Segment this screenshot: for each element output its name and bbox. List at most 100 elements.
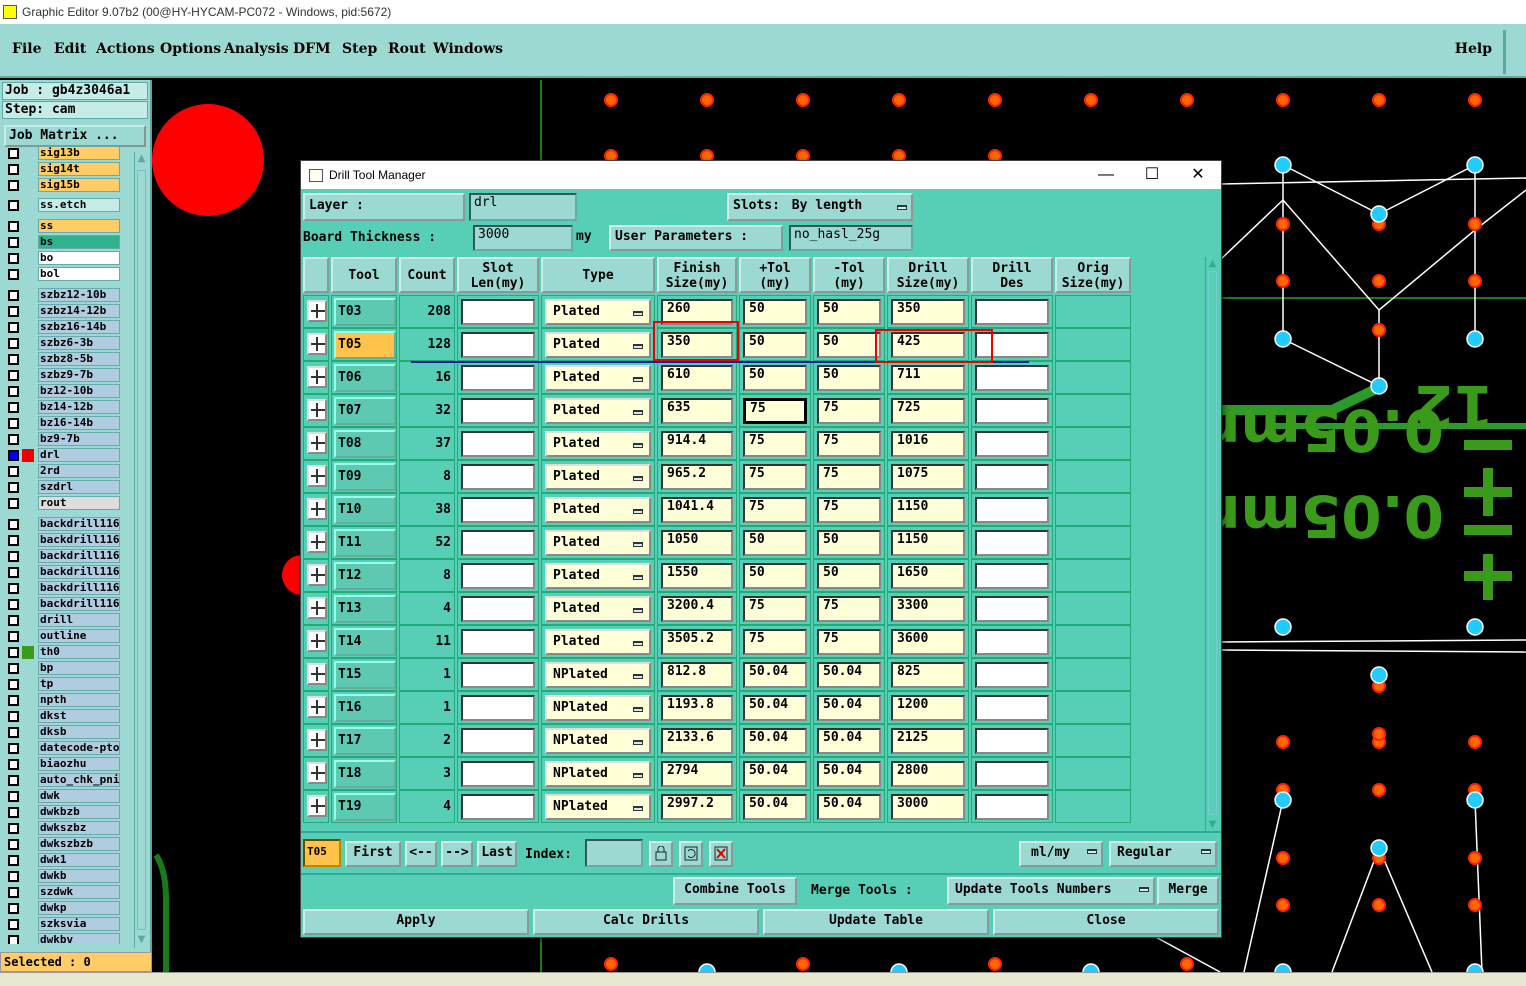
layer-name[interactable]: dwkszbz [38, 821, 120, 835]
slot-len-input[interactable] [461, 299, 535, 325]
mtol-input[interactable]: 50.04 [817, 728, 881, 754]
drill-input[interactable]: 1075 [891, 464, 965, 490]
finish-input[interactable]: 1050 [661, 530, 733, 556]
layer-checkbox[interactable] [8, 615, 19, 626]
layer-name[interactable]: npth [38, 693, 120, 707]
slot-len-input[interactable] [461, 662, 535, 688]
layer-checkbox[interactable] [8, 354, 19, 365]
mtol-input[interactable]: 50.04 [817, 761, 881, 787]
drill-des-input[interactable] [975, 299, 1049, 325]
expand-icon[interactable] [307, 399, 327, 421]
layer-name[interactable]: szbz12-10b [38, 288, 120, 302]
tool-button[interactable]: T15 [334, 661, 396, 689]
ptol-input[interactable]: 75 [743, 398, 807, 424]
expand-icon[interactable] [307, 762, 327, 784]
type-dropdown-icon[interactable] [633, 377, 643, 382]
layer-name[interactable]: dwkszbzb [38, 837, 120, 851]
mtol-input[interactable]: 75 [817, 464, 881, 490]
layer-checkbox[interactable] [8, 450, 19, 461]
type-select[interactable]: Plated [545, 596, 651, 622]
drill-des-input[interactable] [975, 662, 1049, 688]
layer-row[interactable]: backdrill116- [2, 581, 134, 595]
menu-actions[interactable]: Actions [96, 41, 155, 57]
menu-help[interactable]: Help [1455, 41, 1492, 57]
layer-checkbox[interactable] [8, 386, 19, 397]
layer-checkbox[interactable] [8, 434, 19, 445]
layer-checkbox[interactable] [8, 370, 19, 381]
layer-checkbox[interactable] [8, 306, 19, 317]
layer-name[interactable]: dwkbv [38, 933, 120, 944]
ptol-input[interactable]: 75 [743, 629, 807, 655]
ptol-input[interactable]: 50.04 [743, 662, 807, 688]
tool-button[interactable]: T07 [334, 397, 396, 425]
scroll-up-icon[interactable]: ▲ [136, 154, 147, 165]
layer-name[interactable]: datecode-pto [38, 741, 120, 755]
slots-dropdown-icon[interactable] [897, 205, 907, 210]
ptol-input[interactable]: 50.04 [743, 695, 807, 721]
layer-row[interactable]: szdwk [2, 885, 134, 899]
mtol-input[interactable]: 50 [817, 332, 881, 358]
expand-icon[interactable] [307, 696, 327, 718]
update-tools-numbers-select[interactable]: Update Tools Numbers [947, 877, 1155, 905]
layer-checkbox[interactable] [8, 148, 19, 159]
layer-input[interactable]: drl [469, 193, 577, 221]
mode-dropdown-icon[interactable] [1201, 849, 1211, 854]
type-select[interactable]: Plated [545, 299, 651, 325]
layer-checkbox[interactable] [8, 498, 19, 509]
layer-row[interactable]: 2rd [2, 464, 134, 478]
drill-input[interactable]: 711 [891, 365, 965, 391]
user-params-label[interactable]: User Parameters : [609, 225, 783, 251]
last-button[interactable]: Last [477, 841, 517, 867]
layer-name[interactable]: backdrill116- [38, 549, 120, 563]
type-select[interactable]: Plated [545, 497, 651, 523]
layer-row[interactable]: backdrill116- [2, 565, 134, 579]
layer-checkbox[interactable] [8, 695, 19, 706]
layer-row[interactable]: szbz16-14b [2, 320, 134, 334]
calc-drills-button[interactable]: Calc Drills [533, 909, 759, 935]
expand-icon[interactable] [307, 564, 327, 586]
type-select[interactable]: Plated [545, 530, 651, 556]
type-select[interactable]: Plated [545, 464, 651, 490]
drill-input[interactable]: 2125 [891, 728, 965, 754]
layer-checkbox[interactable] [8, 519, 19, 530]
finish-input[interactable]: 610 [661, 365, 733, 391]
tool-button[interactable]: T08 [334, 430, 396, 458]
drill-input[interactable]: 825 [891, 662, 965, 688]
drill-input[interactable]: 1016 [891, 431, 965, 457]
menu-file[interactable]: File [12, 41, 41, 57]
layer-checkbox[interactable] [8, 322, 19, 333]
scroll-down-icon[interactable]: ▼ [136, 935, 147, 946]
finish-input[interactable]: 2133.6 [661, 728, 733, 754]
update-dropdown-icon[interactable] [1139, 887, 1149, 892]
layer-checkbox[interactable] [8, 887, 19, 898]
layer-name[interactable]: backdrill116- [38, 565, 120, 579]
layer-name[interactable]: bz14-12b [38, 400, 120, 414]
drill-input[interactable]: 3600 [891, 629, 965, 655]
drill-input[interactable]: 3300 [891, 596, 965, 622]
type-dropdown-icon[interactable] [633, 740, 643, 745]
expand-icon[interactable] [307, 729, 327, 751]
tool-button[interactable]: T13 [334, 595, 396, 623]
layer-checkbox[interactable] [8, 839, 19, 850]
drill-des-input[interactable] [975, 761, 1049, 787]
layer-row[interactable]: dwk1 [2, 853, 134, 867]
layer-name[interactable]: outline [38, 629, 120, 643]
layer-name[interactable]: dwk [38, 789, 120, 803]
drill-input[interactable]: 1150 [891, 530, 965, 556]
tool-button[interactable]: T03 [334, 298, 396, 326]
layer-checkbox[interactable] [8, 743, 19, 754]
next-button[interactable]: --> [441, 841, 473, 867]
tool-button[interactable]: T18 [334, 760, 396, 788]
layer-name[interactable]: drl [38, 448, 120, 462]
drill-des-input[interactable] [975, 728, 1049, 754]
layer-row[interactable]: szbz14-12b [2, 304, 134, 318]
layer-checkbox[interactable] [8, 180, 19, 191]
layer-name[interactable]: sig15b [38, 178, 120, 192]
layer-checkbox[interactable] [8, 807, 19, 818]
expand-icon[interactable] [307, 333, 327, 355]
layer-row[interactable]: szdrl [2, 480, 134, 494]
drill-des-input[interactable] [975, 794, 1049, 820]
type-dropdown-icon[interactable] [633, 443, 643, 448]
ptol-input[interactable]: 75 [743, 497, 807, 523]
layer-row[interactable]: dwkbzb [2, 805, 134, 819]
